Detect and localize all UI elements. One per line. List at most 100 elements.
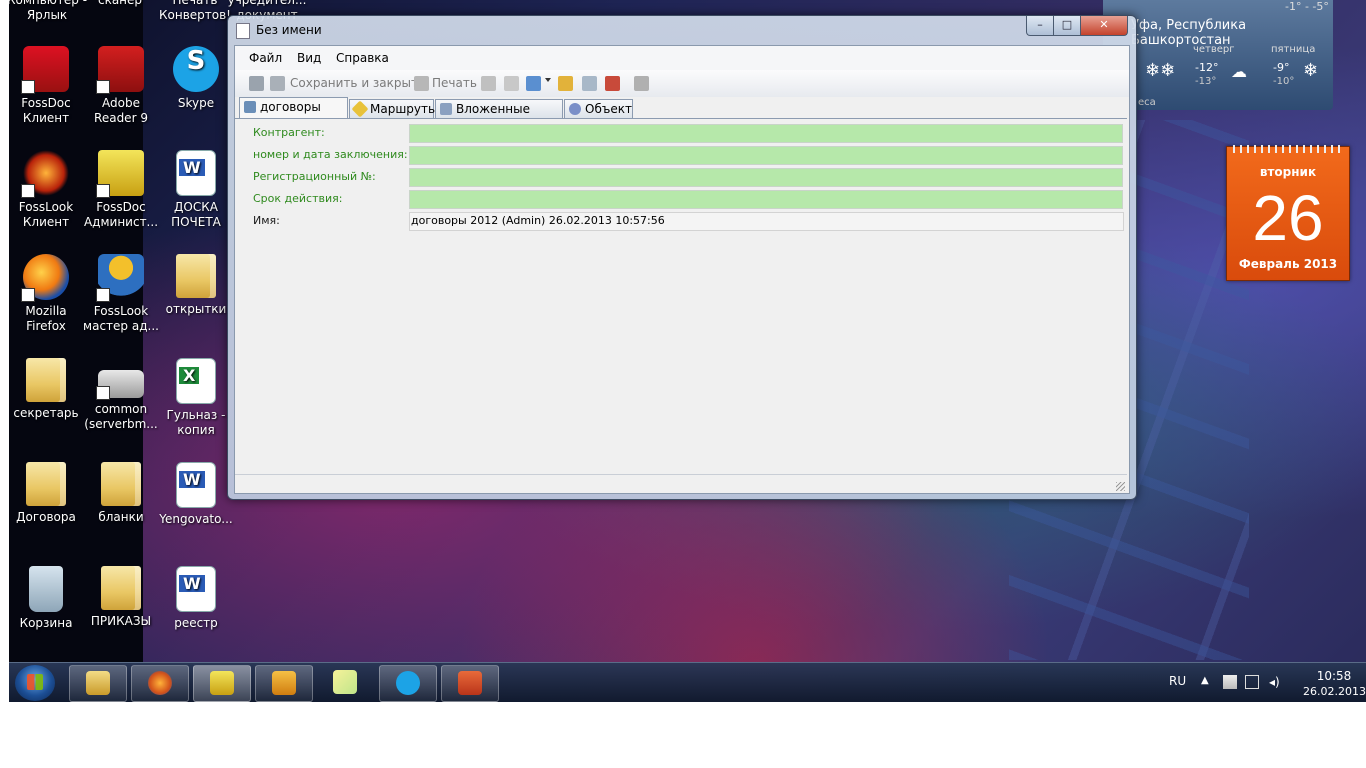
pdf-export-icon[interactable] bbox=[605, 76, 620, 91]
tab-strip: договоры 2012 Маршруты Вложенные файлы О… bbox=[235, 97, 1129, 134]
name-field[interactable]: договоры 2012 (Admin) 26.02.2013 10:57:5… bbox=[409, 212, 1124, 231]
validity-period-label: Срок действия: bbox=[253, 192, 343, 205]
calendar-rings bbox=[1233, 145, 1343, 153]
taskbar-explorer[interactable] bbox=[69, 665, 127, 702]
menu-help[interactable]: Справка bbox=[336, 51, 389, 65]
desktop-icon-fosslook-wizard[interactable]: FossLook мастер ад... bbox=[83, 254, 159, 334]
windows-logo-icon bbox=[27, 674, 43, 690]
gear-icon bbox=[569, 103, 581, 115]
maximize-button[interactable]: □ bbox=[1053, 16, 1081, 36]
taskbar-powerpoint[interactable] bbox=[441, 665, 499, 702]
toolbar: Сохранить и закрыть Печать bbox=[235, 70, 1129, 97]
save-and-close-button[interactable]: Сохранить и закрыть bbox=[290, 76, 425, 92]
snowflake-icon: ❄ bbox=[1303, 60, 1319, 81]
registration-number-field[interactable] bbox=[409, 168, 1123, 187]
desktop-icon-dogovora[interactable]: Договора bbox=[9, 462, 84, 525]
tools-icon[interactable] bbox=[634, 76, 649, 91]
weather-day-low: -13° bbox=[1195, 76, 1217, 87]
desktop-icon-sekretar[interactable]: секретарь bbox=[9, 358, 84, 421]
language-indicator[interactable]: RU bbox=[1169, 674, 1186, 688]
desktop-icon-fossdoc-client[interactable]: FossDoc Клиент bbox=[9, 46, 84, 126]
name-label: Имя: bbox=[253, 214, 280, 227]
document-form: Контрагент: номер и дата заключения: Рег… bbox=[235, 118, 1127, 475]
view-dropdown-icon[interactable] bbox=[526, 76, 541, 91]
adobe-reader-icon bbox=[96, 46, 144, 94]
chevron-down-icon[interactable] bbox=[545, 78, 551, 82]
taskbar-skype[interactable] bbox=[379, 665, 437, 702]
desktop-icon-skype[interactable]: Skype bbox=[158, 46, 234, 111]
taskbar: RU ▲ ◂) 10:58 26.02.2013 bbox=[9, 662, 1366, 702]
desktop-icon-blanki[interactable]: бланки bbox=[83, 462, 159, 525]
weather-current-range: -1° - -5° bbox=[1285, 0, 1329, 13]
weather-gadget[interactable]: -1° - -5° Уфа, Республика Башкортостан ч… bbox=[1103, 0, 1333, 110]
volume-icon[interactable]: ◂) bbox=[1269, 675, 1283, 689]
desktop-icon-fosslook-client[interactable]: FossLook Клиент bbox=[9, 150, 84, 230]
window-titlebar[interactable]: Без имени – □ ✕ bbox=[228, 16, 1136, 44]
taskbar-outlook[interactable] bbox=[255, 665, 313, 702]
taskbar-sticky-notes[interactable] bbox=[317, 665, 373, 700]
desktop-icon-firefox[interactable]: Mozilla Firefox bbox=[9, 254, 84, 334]
snowflake-icon: ❄❄ bbox=[1145, 60, 1176, 81]
folder-icon bbox=[101, 462, 141, 506]
excel-document-icon bbox=[176, 358, 216, 404]
desktop-icon-label: Yengovato... bbox=[159, 512, 233, 526]
desktop-icon-recycle-bin[interactable]: Корзина bbox=[9, 566, 84, 631]
contract-number-date-field[interactable] bbox=[409, 146, 1123, 165]
tab-contracts-2012[interactable]: договоры 2012 bbox=[239, 97, 348, 132]
contract-number-date-label: номер и дата заключения: bbox=[253, 148, 408, 161]
folder-icon bbox=[26, 358, 66, 402]
calendar-gadget[interactable]: вторник 26 Февраль 2013 bbox=[1226, 145, 1350, 281]
tab-label: Объект bbox=[585, 102, 632, 116]
desktop-icon-label: FossLook мастер ад... bbox=[83, 304, 159, 333]
tab-object[interactable]: Объект bbox=[564, 99, 633, 118]
weather-day-name: пятница bbox=[1271, 44, 1316, 55]
firefox-icon bbox=[21, 254, 69, 302]
print-icon[interactable] bbox=[414, 76, 429, 91]
desktop-icon-gulnaz-copy[interactable]: Гульназ - копия bbox=[158, 358, 234, 438]
taskbar-fossdoc-active[interactable] bbox=[193, 665, 251, 702]
sign-icon[interactable] bbox=[558, 76, 573, 91]
document-properties-icon[interactable] bbox=[504, 76, 519, 91]
desktop-icon-otkrytki[interactable]: открытки bbox=[158, 254, 234, 317]
edit-icon[interactable] bbox=[481, 76, 496, 91]
menu-view[interactable]: Вид bbox=[297, 51, 321, 65]
desktop-icon-fossdoc-admin[interactable]: FossDoc Админист... bbox=[83, 150, 159, 230]
clock-time[interactable]: 10:58 bbox=[1309, 669, 1359, 683]
archive-icon[interactable] bbox=[582, 76, 597, 91]
counterparty-field[interactable] bbox=[409, 124, 1123, 143]
desktop: Компьютер - Ярлык сканер Печать Конверто… bbox=[9, 0, 1366, 702]
start-button[interactable] bbox=[15, 665, 55, 701]
tab-routes[interactable]: Маршруты bbox=[349, 99, 438, 118]
taskbar-firefox[interactable] bbox=[131, 665, 189, 702]
network-icon[interactable] bbox=[1245, 675, 1259, 689]
window-client-area: Файл Вид Справка Сохранить и закрыть Печ… bbox=[234, 45, 1130, 494]
action-center-icon[interactable] bbox=[1223, 675, 1237, 689]
save-close-icon[interactable] bbox=[270, 76, 285, 91]
document-window[interactable]: Без имени – □ ✕ Файл Вид Справка Сохрани… bbox=[227, 15, 1137, 500]
outlook-icon bbox=[272, 671, 296, 695]
menu-file[interactable]: Файл bbox=[249, 51, 282, 65]
tab-attached-files[interactable]: Вложенные файлы bbox=[435, 99, 563, 134]
print-button[interactable]: Печать bbox=[432, 76, 477, 92]
calendar-weekday: вторник bbox=[1259, 165, 1317, 179]
desktop-icon-prikazy[interactable]: ПРИКАЗЫ bbox=[83, 566, 159, 629]
desktop-icon-label: секретарь bbox=[13, 406, 79, 420]
minimize-button[interactable]: – bbox=[1026, 16, 1054, 36]
validity-period-field[interactable] bbox=[409, 190, 1123, 209]
skype-icon bbox=[173, 46, 219, 92]
skype-icon bbox=[396, 671, 420, 695]
clock-date[interactable]: 26.02.2013 bbox=[1303, 685, 1366, 698]
desktop-icon-common-share[interactable]: common (serverbm... bbox=[83, 358, 159, 432]
show-hidden-icons-icon[interactable]: ▲ bbox=[1201, 675, 1215, 689]
resize-grip-icon[interactable] bbox=[1116, 482, 1125, 491]
sticky-notes-icon bbox=[333, 670, 357, 694]
desktop-icon-doska-pocheta[interactable]: ДОСКА ПОЧЕТА bbox=[158, 150, 234, 230]
close-button[interactable]: ✕ bbox=[1080, 16, 1128, 36]
save-icon[interactable] bbox=[249, 76, 264, 91]
desktop-icon-adobe-reader[interactable]: Adobe Reader 9 bbox=[83, 46, 159, 126]
fossdoc-admin-icon bbox=[96, 150, 144, 198]
desktop-icon-label: Договора bbox=[16, 510, 76, 524]
desktop-icon-reestr[interactable]: реестр bbox=[158, 566, 234, 631]
desktop-icon-yengovato[interactable]: Yengovato... bbox=[158, 462, 234, 527]
powerpoint-icon bbox=[458, 671, 482, 695]
